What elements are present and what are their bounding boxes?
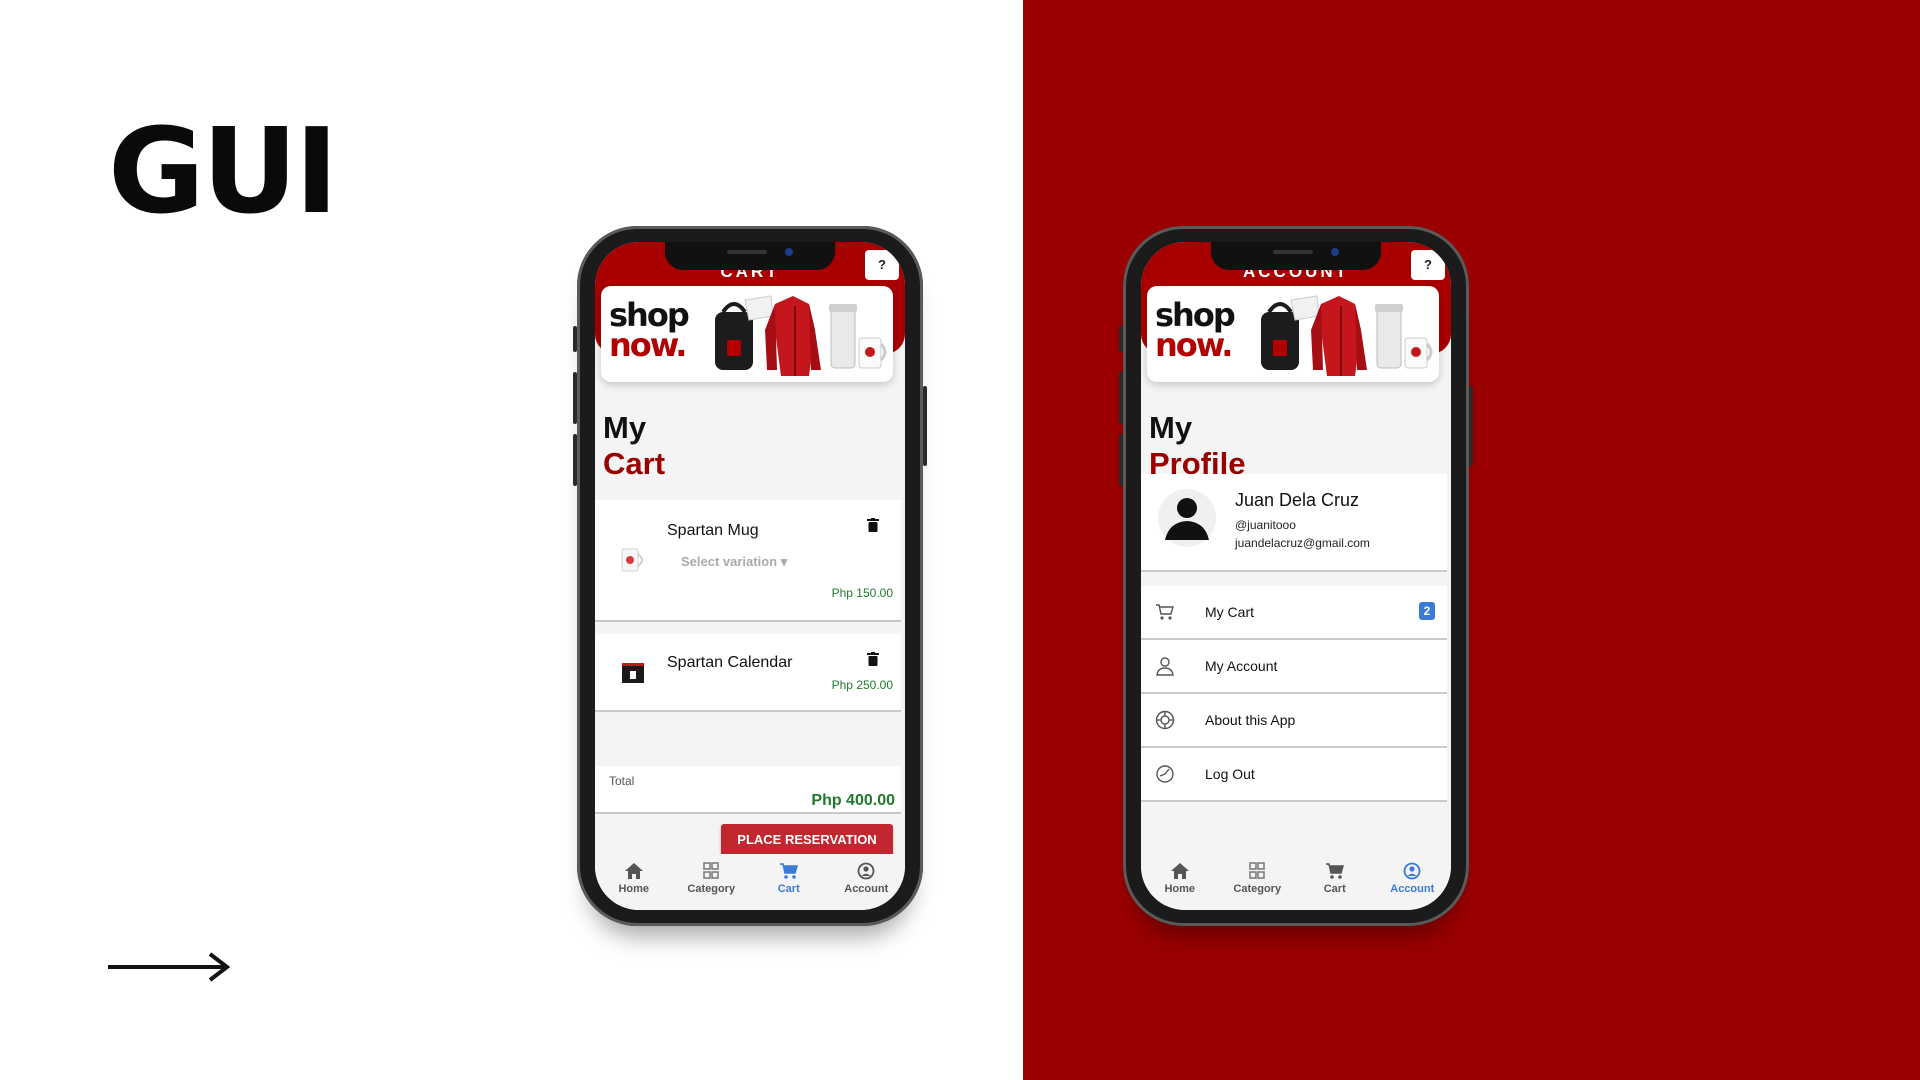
heading-line-1: My <box>1149 410 1193 445</box>
lifebuoy-icon <box>1155 710 1175 730</box>
menu-item-my-account[interactable]: My Account <box>1141 640 1447 694</box>
tab-cart[interactable]: Cart <box>750 854 828 910</box>
merch-products-image <box>1261 295 1433 376</box>
banner-word-now: now. <box>609 326 687 364</box>
cart-icon <box>1325 863 1344 879</box>
phone-power-button <box>1469 386 1473 466</box>
tab-account-label: Account <box>844 883 889 895</box>
banner-word-now: now. <box>1155 326 1233 364</box>
mug-icon <box>621 548 643 572</box>
tab-cart[interactable]: Cart <box>1296 854 1374 910</box>
cart-count-badge: 2 <box>1419 602 1435 620</box>
arrow-right-icon <box>108 952 231 982</box>
help-button[interactable]: ? <box>865 250 899 280</box>
banner-text: shop now. <box>609 299 690 364</box>
menu-item-log-out[interactable]: Log Out <box>1141 748 1447 802</box>
item-price: Php 150.00 <box>831 586 893 600</box>
menu-item-my-cart[interactable]: My Cart 2 <box>1141 586 1447 640</box>
tab-cart-label: Cart <box>1323 883 1346 895</box>
cart-icon <box>1156 604 1174 620</box>
bottom-nav: Home Category Cart Account <box>595 854 905 910</box>
total-section: Total Php 400.00 <box>595 766 901 814</box>
phone-mute-switch <box>1119 326 1123 352</box>
tab-account-label: Account <box>1390 883 1435 895</box>
shop-now-banner[interactable]: shop now. <box>1147 286 1439 382</box>
phone-mute-switch <box>573 326 577 352</box>
tab-category[interactable]: Category <box>673 854 751 910</box>
profile-handle: @juanitooo <box>1235 518 1296 532</box>
tab-home[interactable]: Home <box>1141 854 1219 910</box>
shop-now-banner[interactable]: shop now. <box>601 286 893 382</box>
phone-cart: CART ? shop now. My Cart Spartan Mug Sel… <box>573 226 927 926</box>
help-button[interactable]: ? <box>1411 250 1445 280</box>
item-name: Spartan Mug <box>667 522 759 539</box>
grid-icon <box>703 862 719 879</box>
menu-label: Log Out <box>1205 766 1255 782</box>
grid-icon <box>1249 862 1265 879</box>
phone-notch <box>665 242 835 270</box>
tab-home-label: Home <box>1164 883 1196 895</box>
profile-card: Juan Dela Cruz @juanitooo juandelacruz@g… <box>1141 474 1447 572</box>
merch-products-image <box>715 295 887 376</box>
phone-volume-down <box>1119 434 1123 486</box>
phone-volume-up <box>573 372 577 424</box>
tab-category-label: Category <box>687 883 736 895</box>
banner-text: shop now. <box>1155 299 1236 364</box>
menu-label: About this App <box>1205 712 1296 728</box>
slide-title: GUI <box>108 102 339 240</box>
home-icon <box>1170 863 1189 879</box>
heading-line-1: My <box>603 410 647 445</box>
account-icon <box>1403 862 1421 880</box>
cart-icon <box>779 863 798 879</box>
account-menu: My Cart 2 My Account About this App Log … <box>1141 586 1447 802</box>
tab-category[interactable]: Category <box>1219 854 1297 910</box>
place-reservation-button[interactable]: PLACE RESERVATION <box>721 824 893 856</box>
bottom-nav: Home Category Cart Account <box>1141 854 1451 910</box>
account-icon <box>857 862 875 880</box>
avatar-icon <box>1158 489 1216 547</box>
heading-line-2: Cart <box>603 446 666 481</box>
page-heading: My Cart <box>603 410 665 482</box>
phone-account: ACCOUNT ? shop now. My Profile Juan Dela… <box>1119 226 1473 926</box>
account-screen: ACCOUNT ? shop now. My Profile Juan Dela… <box>1141 242 1451 910</box>
cart-item[interactable]: Spartan Mug Select variation ▾ Php 150.0… <box>595 500 901 622</box>
tab-category-label: Category <box>1233 883 1282 895</box>
page-heading: My Profile <box>1149 410 1245 482</box>
tab-account[interactable]: Account <box>1374 854 1452 910</box>
variation-dropdown[interactable]: Select variation ▾ <box>681 554 787 570</box>
cart-item[interactable]: Spartan Calendar Php 250.00 <box>595 634 901 712</box>
total-label: Total <box>609 774 635 788</box>
logout-icon <box>1156 765 1174 783</box>
trash-icon[interactable] <box>867 652 879 666</box>
tab-home-label: Home <box>618 883 650 895</box>
menu-item-about[interactable]: About this App <box>1141 694 1447 748</box>
home-icon <box>624 863 643 879</box>
item-price: Php 250.00 <box>831 678 893 692</box>
phone-power-button <box>923 386 927 466</box>
tab-home[interactable]: Home <box>595 854 673 910</box>
phone-volume-up <box>1119 372 1123 424</box>
trash-icon[interactable] <box>867 518 879 532</box>
phone-notch <box>1211 242 1381 270</box>
user-icon <box>1156 657 1174 676</box>
profile-name: Juan Dela Cruz <box>1235 490 1360 510</box>
menu-label: My Account <box>1205 658 1278 674</box>
cart-screen: CART ? shop now. My Cart Spartan Mug Sel… <box>595 242 905 910</box>
tab-account[interactable]: Account <box>828 854 906 910</box>
tab-cart-label: Cart <box>777 883 800 895</box>
menu-label: My Cart <box>1205 604 1254 620</box>
item-name: Spartan Calendar <box>667 654 793 671</box>
profile-email: juandelacruz@gmail.com <box>1235 536 1370 550</box>
total-value: Php 400.00 <box>811 792 895 809</box>
phone-volume-down <box>573 434 577 486</box>
calendar-icon <box>622 663 644 683</box>
